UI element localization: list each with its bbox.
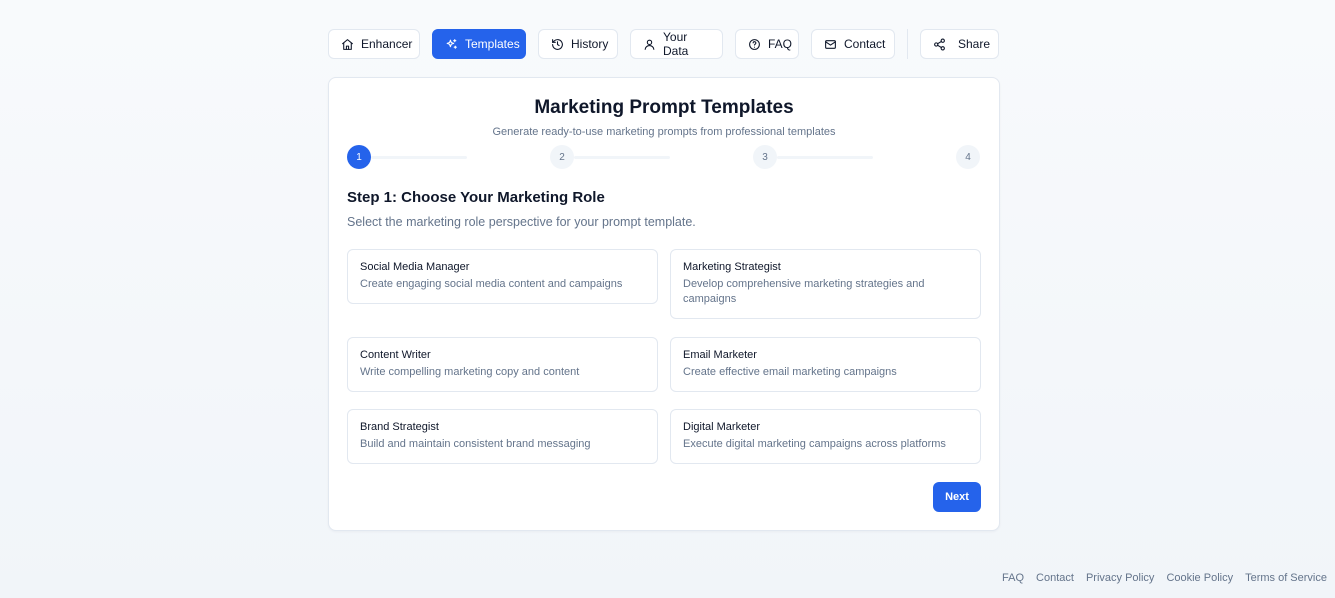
next-button[interactable]: Next bbox=[933, 482, 981, 512]
footer-privacy-policy-link[interactable]: Privacy Policy bbox=[1086, 572, 1154, 584]
step-4-indicator: 4 bbox=[956, 145, 980, 169]
role-title: Social Media Manager bbox=[360, 261, 470, 273]
step-2-indicator: 2 bbox=[550, 145, 574, 169]
step-description: Select the marketing role perspective fo… bbox=[347, 215, 696, 229]
role-description: Execute digital marketing campaigns acro… bbox=[683, 438, 946, 450]
role-description: Develop comprehensive marketing strategi… bbox=[683, 278, 925, 305]
role-description: Create effective email marketing campaig… bbox=[683, 366, 897, 378]
step-connector bbox=[574, 156, 670, 159]
role-option-marketing-strategist[interactable]: Marketing Strategist Develop comprehensi… bbox=[670, 249, 981, 319]
nav-templates-label: Templates bbox=[465, 37, 520, 51]
step-3-indicator: 3 bbox=[753, 145, 777, 169]
home-icon bbox=[342, 38, 353, 50]
footer-contact-link[interactable]: Contact bbox=[1036, 572, 1074, 584]
role-option-email-marketer[interactable]: Email Marketer Create effective email ma… bbox=[670, 337, 981, 392]
role-option-content-writer[interactable]: Content Writer Write compelling marketin… bbox=[347, 337, 658, 392]
help-circle-icon bbox=[749, 38, 760, 50]
role-title: Email Marketer bbox=[683, 349, 757, 361]
role-title: Content Writer bbox=[360, 349, 431, 361]
top-nav: Enhancer Templates History Your Data FAQ… bbox=[328, 29, 999, 59]
step-connector bbox=[371, 156, 467, 159]
role-description: Write compelling marketing copy and cont… bbox=[360, 366, 580, 378]
role-option-digital-marketer[interactable]: Digital Marketer Execute digital marketi… bbox=[670, 409, 981, 464]
step-1-indicator: 1 bbox=[347, 145, 371, 169]
role-description: Create engaging social media content and… bbox=[360, 278, 623, 290]
mail-icon bbox=[825, 39, 836, 49]
sparkles-icon bbox=[446, 38, 457, 49]
nav-templates-button[interactable]: Templates bbox=[432, 29, 526, 59]
nav-contact-label: Contact bbox=[844, 37, 886, 51]
user-icon bbox=[644, 39, 655, 50]
page-title: Marketing Prompt Templates bbox=[534, 97, 794, 118]
footer-terms-of-service-link[interactable]: Terms of Service bbox=[1245, 572, 1327, 584]
role-description: Build and maintain consistent brand mess… bbox=[360, 438, 591, 450]
role-title: Digital Marketer bbox=[683, 421, 761, 433]
history-icon bbox=[552, 38, 563, 50]
nav-enhancer-label: Enhancer bbox=[361, 37, 413, 51]
nav-faq-button[interactable]: FAQ bbox=[735, 29, 799, 59]
role-option-social-media-manager[interactable]: Social Media Manager Create engaging soc… bbox=[347, 249, 658, 304]
share-button[interactable]: Share bbox=[920, 29, 999, 59]
step-heading: Step 1: Choose Your Marketing Role bbox=[347, 189, 605, 206]
nav-enhancer-button[interactable]: Enhancer bbox=[328, 29, 420, 59]
template-wizard-card: Marketing Prompt Templates Generate read… bbox=[328, 77, 1000, 531]
footer-faq-link[interactable]: FAQ bbox=[1002, 572, 1024, 584]
page-subtitle: Generate ready-to-use marketing prompts … bbox=[492, 126, 836, 138]
footer-cookie-policy-link[interactable]: Cookie Policy bbox=[1166, 572, 1233, 584]
nav-history-button[interactable]: History bbox=[538, 29, 618, 59]
nav-divider bbox=[907, 29, 908, 59]
stepper: 1 2 3 4 bbox=[347, 145, 981, 169]
nav-faq-label: FAQ bbox=[768, 37, 793, 51]
share-icon bbox=[934, 38, 945, 50]
footer-links: FAQ Contact Privacy Policy Cookie Policy… bbox=[1002, 572, 1327, 584]
nav-your-data-button[interactable]: Your Data bbox=[630, 29, 723, 59]
role-title: Marketing Strategist bbox=[683, 261, 781, 273]
nav-your-data-label: Your Data bbox=[663, 30, 689, 58]
role-title: Brand Strategist bbox=[360, 421, 439, 433]
role-option-brand-strategist[interactable]: Brand Strategist Build and maintain cons… bbox=[347, 409, 658, 464]
nav-contact-button[interactable]: Contact bbox=[811, 29, 895, 59]
share-label: Share bbox=[958, 37, 991, 51]
step-connector bbox=[777, 156, 873, 159]
nav-history-label: History bbox=[571, 37, 609, 51]
